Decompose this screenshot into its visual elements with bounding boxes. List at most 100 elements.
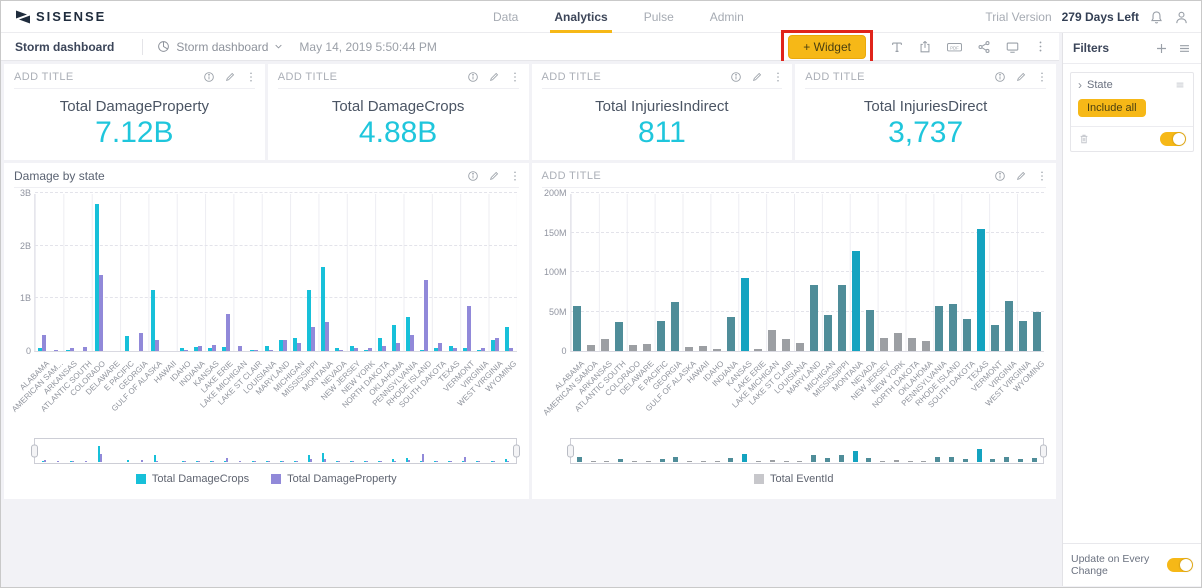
bar[interactable] [573, 305, 582, 351]
info-icon[interactable] [467, 170, 479, 182]
bar-group-new-jersey[interactable] [346, 194, 360, 351]
bar-group-delaware[interactable] [640, 194, 654, 351]
bar[interactable] [726, 317, 735, 351]
bar-group-new-jersey[interactable] [877, 194, 891, 351]
bar[interactable] [643, 343, 652, 351]
edit-pencil-icon[interactable] [751, 71, 763, 83]
bar[interactable] [810, 285, 819, 351]
tab-analytics[interactable]: Analytics [550, 1, 613, 33]
bar-group-texas[interactable] [974, 194, 988, 351]
bar-group-lake-michigan[interactable] [233, 194, 247, 351]
bar[interactable] [438, 343, 443, 351]
bar[interactable] [865, 309, 874, 351]
add-widget-button[interactable]: + Widget [788, 34, 866, 59]
bar-group-colorado[interactable] [626, 194, 640, 351]
bar-group-louisiana[interactable] [262, 194, 276, 351]
bar[interactable] [311, 327, 316, 351]
widget-menu-icon[interactable] [509, 71, 521, 83]
add-filter-icon[interactable] [1155, 42, 1168, 55]
state-filter-header[interactable]: › State [1071, 73, 1193, 97]
bar-group-idaho[interactable] [710, 194, 724, 351]
bar-group-indiana[interactable] [191, 194, 205, 351]
bar-group-wyoming[interactable] [1030, 194, 1044, 351]
bar-group-pennsylvania[interactable] [403, 194, 417, 351]
bar-group-georgia[interactable] [134, 194, 148, 351]
bar-group-west-virginia[interactable] [1016, 194, 1030, 351]
bar[interactable] [851, 250, 860, 351]
bar[interactable] [296, 343, 301, 351]
bar-group-atlantic-south[interactable] [612, 194, 626, 351]
bar-group-virginia[interactable] [1002, 194, 1016, 351]
bar[interactable] [82, 347, 87, 351]
bar[interactable] [670, 302, 679, 351]
navigator-left-handle[interactable] [31, 444, 38, 458]
bar-group-e-pacific[interactable] [120, 194, 134, 351]
bar[interactable] [125, 336, 130, 351]
tab-admin[interactable]: Admin [706, 1, 748, 33]
bar[interactable] [684, 347, 693, 351]
widget-menu-icon[interactable] [772, 71, 784, 83]
bar[interactable] [601, 339, 610, 351]
edit-pencil-icon[interactable] [488, 170, 500, 182]
bar[interactable] [1032, 311, 1041, 351]
widget-title-placeholder[interactable]: ADD TITLE [278, 71, 467, 83]
bar-group-nevada[interactable] [332, 194, 346, 351]
bar-group-arkansas[interactable] [63, 194, 77, 351]
bar[interactable] [480, 348, 485, 351]
legend-item[interactable]: Total DamageProperty [271, 473, 397, 485]
bar[interactable] [698, 346, 707, 351]
edit-pencil-icon[interactable] [1015, 170, 1027, 182]
bar[interactable] [824, 315, 833, 351]
notifications-bell-icon[interactable] [1149, 10, 1164, 25]
bar[interactable] [325, 322, 330, 351]
bar-group-north-dakota[interactable] [375, 194, 389, 351]
bar-group-nevada[interactable] [863, 194, 877, 351]
bar-group-montana[interactable] [849, 194, 863, 351]
more-options-icon[interactable] [1034, 40, 1047, 53]
bar-group-atlantic-south[interactable] [77, 194, 91, 351]
widget-title-placeholder[interactable]: ADD TITLE [14, 71, 203, 83]
range-navigator[interactable] [566, 438, 1047, 464]
bar-group-michigan[interactable] [821, 194, 835, 351]
bar[interactable] [740, 277, 749, 351]
navigator-left-handle[interactable] [566, 444, 574, 458]
range-navigator[interactable] [31, 438, 520, 464]
breadcrumb[interactable]: Storm dashboard [15, 40, 114, 54]
widget-title[interactable]: Damage by state [14, 169, 467, 183]
bar[interactable] [339, 349, 344, 351]
bar[interactable] [197, 345, 202, 351]
navigator-right-handle[interactable] [1040, 444, 1047, 458]
bar[interactable] [183, 349, 188, 351]
sisense-logo[interactable]: SISENSE [15, 9, 106, 25]
bar-group-idaho[interactable] [177, 194, 191, 351]
bar[interactable] [509, 348, 514, 351]
bar[interactable] [629, 344, 638, 351]
user-profile-icon[interactable] [1174, 10, 1189, 25]
bar[interactable] [353, 348, 358, 351]
bar-group-pennsylvania[interactable] [932, 194, 946, 351]
trash-icon[interactable] [1078, 133, 1090, 145]
bar[interactable] [921, 340, 930, 351]
bar[interactable] [98, 274, 103, 351]
bar-group-maryland[interactable] [807, 194, 821, 351]
bar[interactable] [139, 332, 144, 351]
bar-group-lake-st-clair[interactable] [779, 194, 793, 351]
edit-pencil-icon[interactable] [488, 71, 500, 83]
bar[interactable] [282, 340, 287, 351]
bar-group-michigan[interactable] [290, 194, 304, 351]
bar-group-e-pacific[interactable] [654, 194, 668, 351]
filter-active-toggle[interactable] [1160, 132, 1186, 146]
bar-group-alabama[interactable] [571, 194, 585, 351]
bar[interactable] [424, 279, 429, 351]
bar-group-gulf-of-alaska[interactable] [148, 194, 162, 351]
bar-group-hawaii[interactable] [162, 194, 176, 351]
bar-group-kansas[interactable] [738, 194, 752, 351]
bar[interactable] [226, 314, 231, 351]
bar-group-louisiana[interactable] [793, 194, 807, 351]
text-widget-icon[interactable] [890, 40, 904, 54]
bar[interactable] [238, 345, 243, 351]
bar[interactable] [587, 345, 596, 351]
bar[interactable] [949, 303, 958, 351]
bar-group-rhode-island[interactable] [417, 194, 431, 351]
bar[interactable] [893, 332, 902, 351]
